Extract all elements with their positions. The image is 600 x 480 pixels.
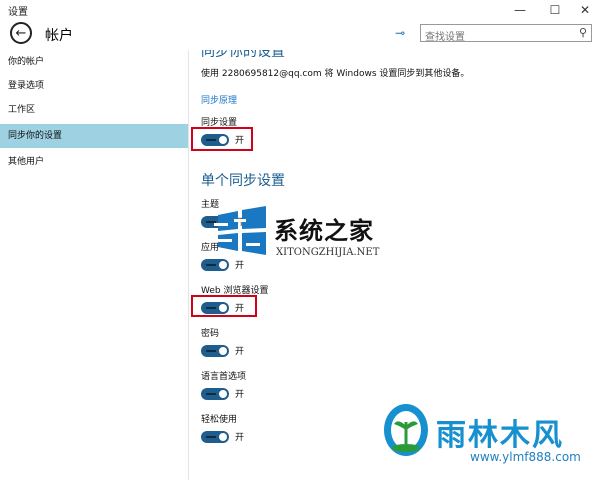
search-input[interactable] <box>421 29 575 46</box>
watermark-ylmf: 雨林木风 www.ylmf888.com <box>378 400 600 480</box>
section-heading-sync: 同步你的设置 <box>201 50 285 60</box>
toggle-state: 开 <box>235 433 245 443</box>
watermark-xitongzhijia: 系统之家 XITONGZHIJIA.NET <box>212 205 412 275</box>
title-bar: 设置 — ☐ ✕ <box>0 0 600 20</box>
sidebar-item-label: 工作区 <box>8 105 36 115</box>
page-title: 帐户 <box>45 28 73 44</box>
sidebar-item-label: 其他用户 <box>8 157 45 167</box>
maximize-icon[interactable]: ☐ <box>540 0 570 20</box>
sidebar-item-label: 同步你的设置 <box>8 131 63 141</box>
windows-logo-icon <box>214 206 266 255</box>
passwords-toggle[interactable] <box>201 345 229 357</box>
section-heading-individual: 单个同步设置 <box>201 173 285 189</box>
sidebar: 你的帐户 登录选项 工作区 同步你的设置 其他用户 <box>0 50 188 480</box>
minimize-icon[interactable]: — <box>505 0 535 20</box>
sidebar-item-sign-in-options[interactable]: 登录选项 <box>0 74 188 98</box>
close-icon[interactable]: ✕ <box>570 0 600 20</box>
watermark-url: www.ylmf888.com <box>470 450 581 464</box>
sidebar-item-label: 你的帐户 <box>8 57 45 67</box>
watermark-text: 系统之家 <box>274 216 374 245</box>
sidebar-item-workplace[interactable]: 工作区 <box>0 98 188 122</box>
ylmf-logo-icon <box>384 404 428 456</box>
watermark-subtext: XITONGZHIJIA.NET <box>276 247 380 258</box>
window-title: 设置 <box>8 7 28 18</box>
sidebar-item-label: 登录选项 <box>8 81 45 91</box>
watermark-text: 雨林木风 <box>436 418 564 453</box>
highlight-box-sync-settings <box>191 127 253 151</box>
pin-icon[interactable]: ⊸ <box>395 26 405 40</box>
toggle-state: 开 <box>235 390 245 400</box>
sync-description: 使用 2280695812@qq.com 将 Windows 设置同步到其他设备… <box>201 69 470 79</box>
passwords-label: 密码 <box>201 329 220 339</box>
search-box[interactable]: ⚲ <box>420 24 592 46</box>
how-sync-works-link[interactable]: 同步原理 <box>201 93 237 106</box>
sidebar-item-sync-settings[interactable]: 同步你的设置 <box>0 124 188 148</box>
ease-of-access-label: 轻松使用 <box>201 415 238 425</box>
toggle-state: 开 <box>235 347 245 357</box>
language-toggle[interactable] <box>201 388 229 400</box>
language-label: 语言首选项 <box>201 372 247 382</box>
search-icon[interactable]: ⚲ <box>579 26 587 39</box>
highlight-box-web-browser <box>191 295 257 317</box>
sidebar-item-other-users[interactable]: 其他用户 <box>0 150 188 174</box>
ease-of-access-toggle[interactable] <box>201 431 229 443</box>
sidebar-item-your-account[interactable]: 你的帐户 <box>0 50 188 74</box>
back-arrow-icon[interactable]: ← <box>10 22 32 44</box>
